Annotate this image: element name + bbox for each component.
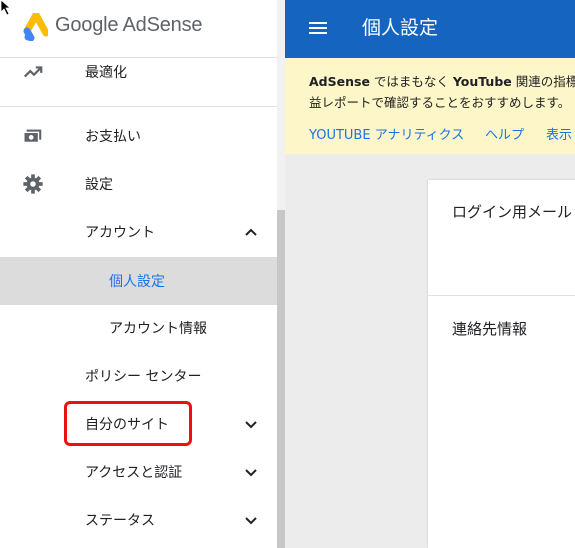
sidebar-item-policy-center[interactable]: ポリシー センター bbox=[0, 352, 277, 400]
banner-message: AdSense ではまもなく YouTube 関連の指標デ 益レポートで確認する… bbox=[309, 71, 575, 113]
show-link[interactable]: 表示 bbox=[546, 124, 572, 143]
highlight-annotation-box bbox=[64, 401, 192, 446]
contact-info-label[interactable]: 連絡先情報 bbox=[452, 318, 527, 339]
settings-card: ログイン用メール 連絡先情報 bbox=[428, 180, 575, 548]
trending-up-icon bbox=[23, 66, 43, 78]
banner-text-part: 関連の指標デ bbox=[515, 74, 575, 89]
app-logo-text[interactable]: Google AdSense bbox=[55, 14, 203, 37]
adsense-logo-icon[interactable] bbox=[22, 13, 48, 41]
chevron-up-icon[interactable] bbox=[243, 224, 259, 240]
help-link[interactable]: ヘルプ bbox=[485, 124, 524, 143]
page-title: 個人設定 bbox=[362, 17, 439, 39]
sidebar-item-label: アカウント bbox=[85, 225, 155, 241]
youtube-analytics-link[interactable]: YOUTUBE アナリティクス bbox=[309, 124, 464, 143]
sidebar-scrollbar-thumb[interactable] bbox=[277, 210, 285, 548]
banner-brand: AdSense bbox=[309, 74, 370, 89]
chevron-down-icon[interactable] bbox=[243, 464, 259, 480]
sidebar-item-label: 個人設定 bbox=[109, 274, 165, 290]
hamburger-menu-icon[interactable] bbox=[307, 18, 329, 38]
sidebar-item-label: ポリシー センター bbox=[85, 369, 202, 385]
sidebar-item-label: お支払い bbox=[85, 129, 141, 145]
mouse-cursor-icon bbox=[0, 0, 12, 16]
sidebar-item-personal-settings[interactable]: 個人設定 bbox=[0, 257, 277, 305]
gear-icon bbox=[23, 174, 43, 194]
banner-youtube: YouTube bbox=[452, 74, 512, 89]
top-app-bar: 個人設定 bbox=[285, 0, 575, 58]
main-content: 個人設定 AdSense ではまもなく YouTube 関連の指標デ 益レポート… bbox=[285, 0, 575, 548]
sidebar-item-payments[interactable]: お支払い bbox=[0, 112, 277, 160]
sidebar-item-account-info[interactable]: アカウント情報 bbox=[0, 304, 277, 352]
sidebar-item-label: 設定 bbox=[85, 177, 113, 193]
chevron-down-icon[interactable] bbox=[243, 512, 259, 528]
sidebar-item-label: 最適化 bbox=[85, 65, 127, 81]
sidebar-divider bbox=[0, 106, 277, 107]
sidebar-item-optimization[interactable]: 最適化 bbox=[0, 48, 277, 96]
sidebar-item-label: ステータス bbox=[85, 513, 155, 529]
sidebar-item-label: アクセスと認証 bbox=[85, 465, 183, 481]
banner-line-2: 益レポートで確認することをおすすめします。 bbox=[309, 95, 571, 110]
card-divider bbox=[428, 295, 575, 296]
sidebar-item-status[interactable]: ステータス bbox=[0, 496, 277, 544]
sidebar-item-settings[interactable]: 設定 bbox=[0, 160, 277, 208]
sidebar: Google AdSense 最適化 お支払い 設定 アカウント 個人設定 アカ… bbox=[0, 0, 285, 548]
login-email-label: ログイン用メール bbox=[452, 203, 573, 221]
sidebar-item-account[interactable]: アカウント bbox=[0, 208, 277, 256]
payments-icon bbox=[23, 129, 42, 144]
sidebar-item-access-auth[interactable]: アクセスと認証 bbox=[0, 448, 277, 496]
chevron-down-icon[interactable] bbox=[243, 416, 259, 432]
sidebar-item-label: アカウント情報 bbox=[109, 321, 207, 337]
banner-text-part: ではまもなく bbox=[369, 74, 453, 89]
